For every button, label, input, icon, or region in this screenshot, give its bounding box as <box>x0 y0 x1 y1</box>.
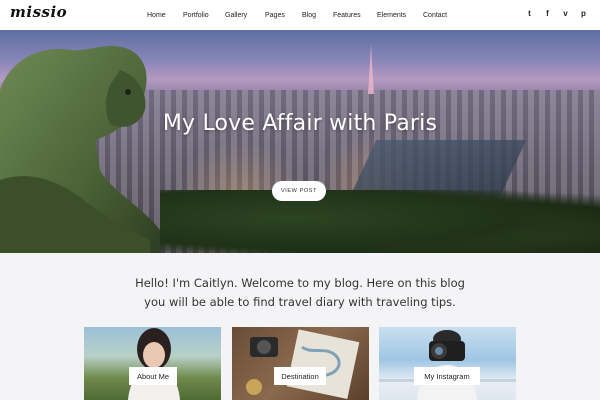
woman-with-phone-image <box>128 328 180 400</box>
site-logo[interactable]: missio <box>10 3 67 21</box>
hero-title: My Love Affair with Paris <box>162 111 438 136</box>
nav-features[interactable]: Features <box>333 12 361 19</box>
nav-pages[interactable]: Pages <box>265 12 285 19</box>
about-me-card[interactable]: About Me <box>84 327 221 400</box>
nav-blog[interactable]: Blog <box>302 12 316 19</box>
intro-line-2: you will be able to find travel diary wi… <box>144 295 456 309</box>
pinterest-icon[interactable]: p <box>579 9 588 18</box>
photographer-image <box>379 330 516 400</box>
destination-card[interactable]: Destination <box>232 327 369 400</box>
site-header: missio Home Portfolio Gallery Pages Blog… <box>0 0 600 30</box>
about-me-label[interactable]: About Me <box>129 367 177 385</box>
my-instagram-label[interactable]: My Instagram <box>414 367 480 385</box>
eiffel-tower-icon <box>368 44 374 94</box>
nav-contact[interactable]: Contact <box>423 12 447 19</box>
facebook-icon[interactable]: f <box>543 9 552 18</box>
my-instagram-card[interactable]: My Instagram <box>379 327 516 400</box>
nav-home[interactable]: Home <box>147 12 166 19</box>
trees-image <box>160 190 600 253</box>
nav-gallery[interactable]: Gallery <box>225 12 247 19</box>
vimeo-icon[interactable]: v <box>561 9 570 18</box>
view-post-button[interactable]: VIEW POST <box>272 181 326 201</box>
intro-line-1: Hello! I'm Caitlyn. Welcome to my blog. … <box>135 276 465 290</box>
twitter-icon[interactable]: t <box>525 9 534 18</box>
destination-label[interactable]: Destination <box>274 367 326 385</box>
social-links: t f v p <box>525 9 588 18</box>
nav-portfolio[interactable]: Portfolio <box>183 12 209 19</box>
intro-text: Hello! I'm Caitlyn. Welcome to my blog. … <box>0 274 600 312</box>
nav-elements[interactable]: Elements <box>377 12 406 19</box>
map-and-camera-image <box>246 329 360 400</box>
hero-banner: My Love Affair with Paris VIEW POST <box>0 30 600 253</box>
gargoyle-image <box>0 45 160 253</box>
